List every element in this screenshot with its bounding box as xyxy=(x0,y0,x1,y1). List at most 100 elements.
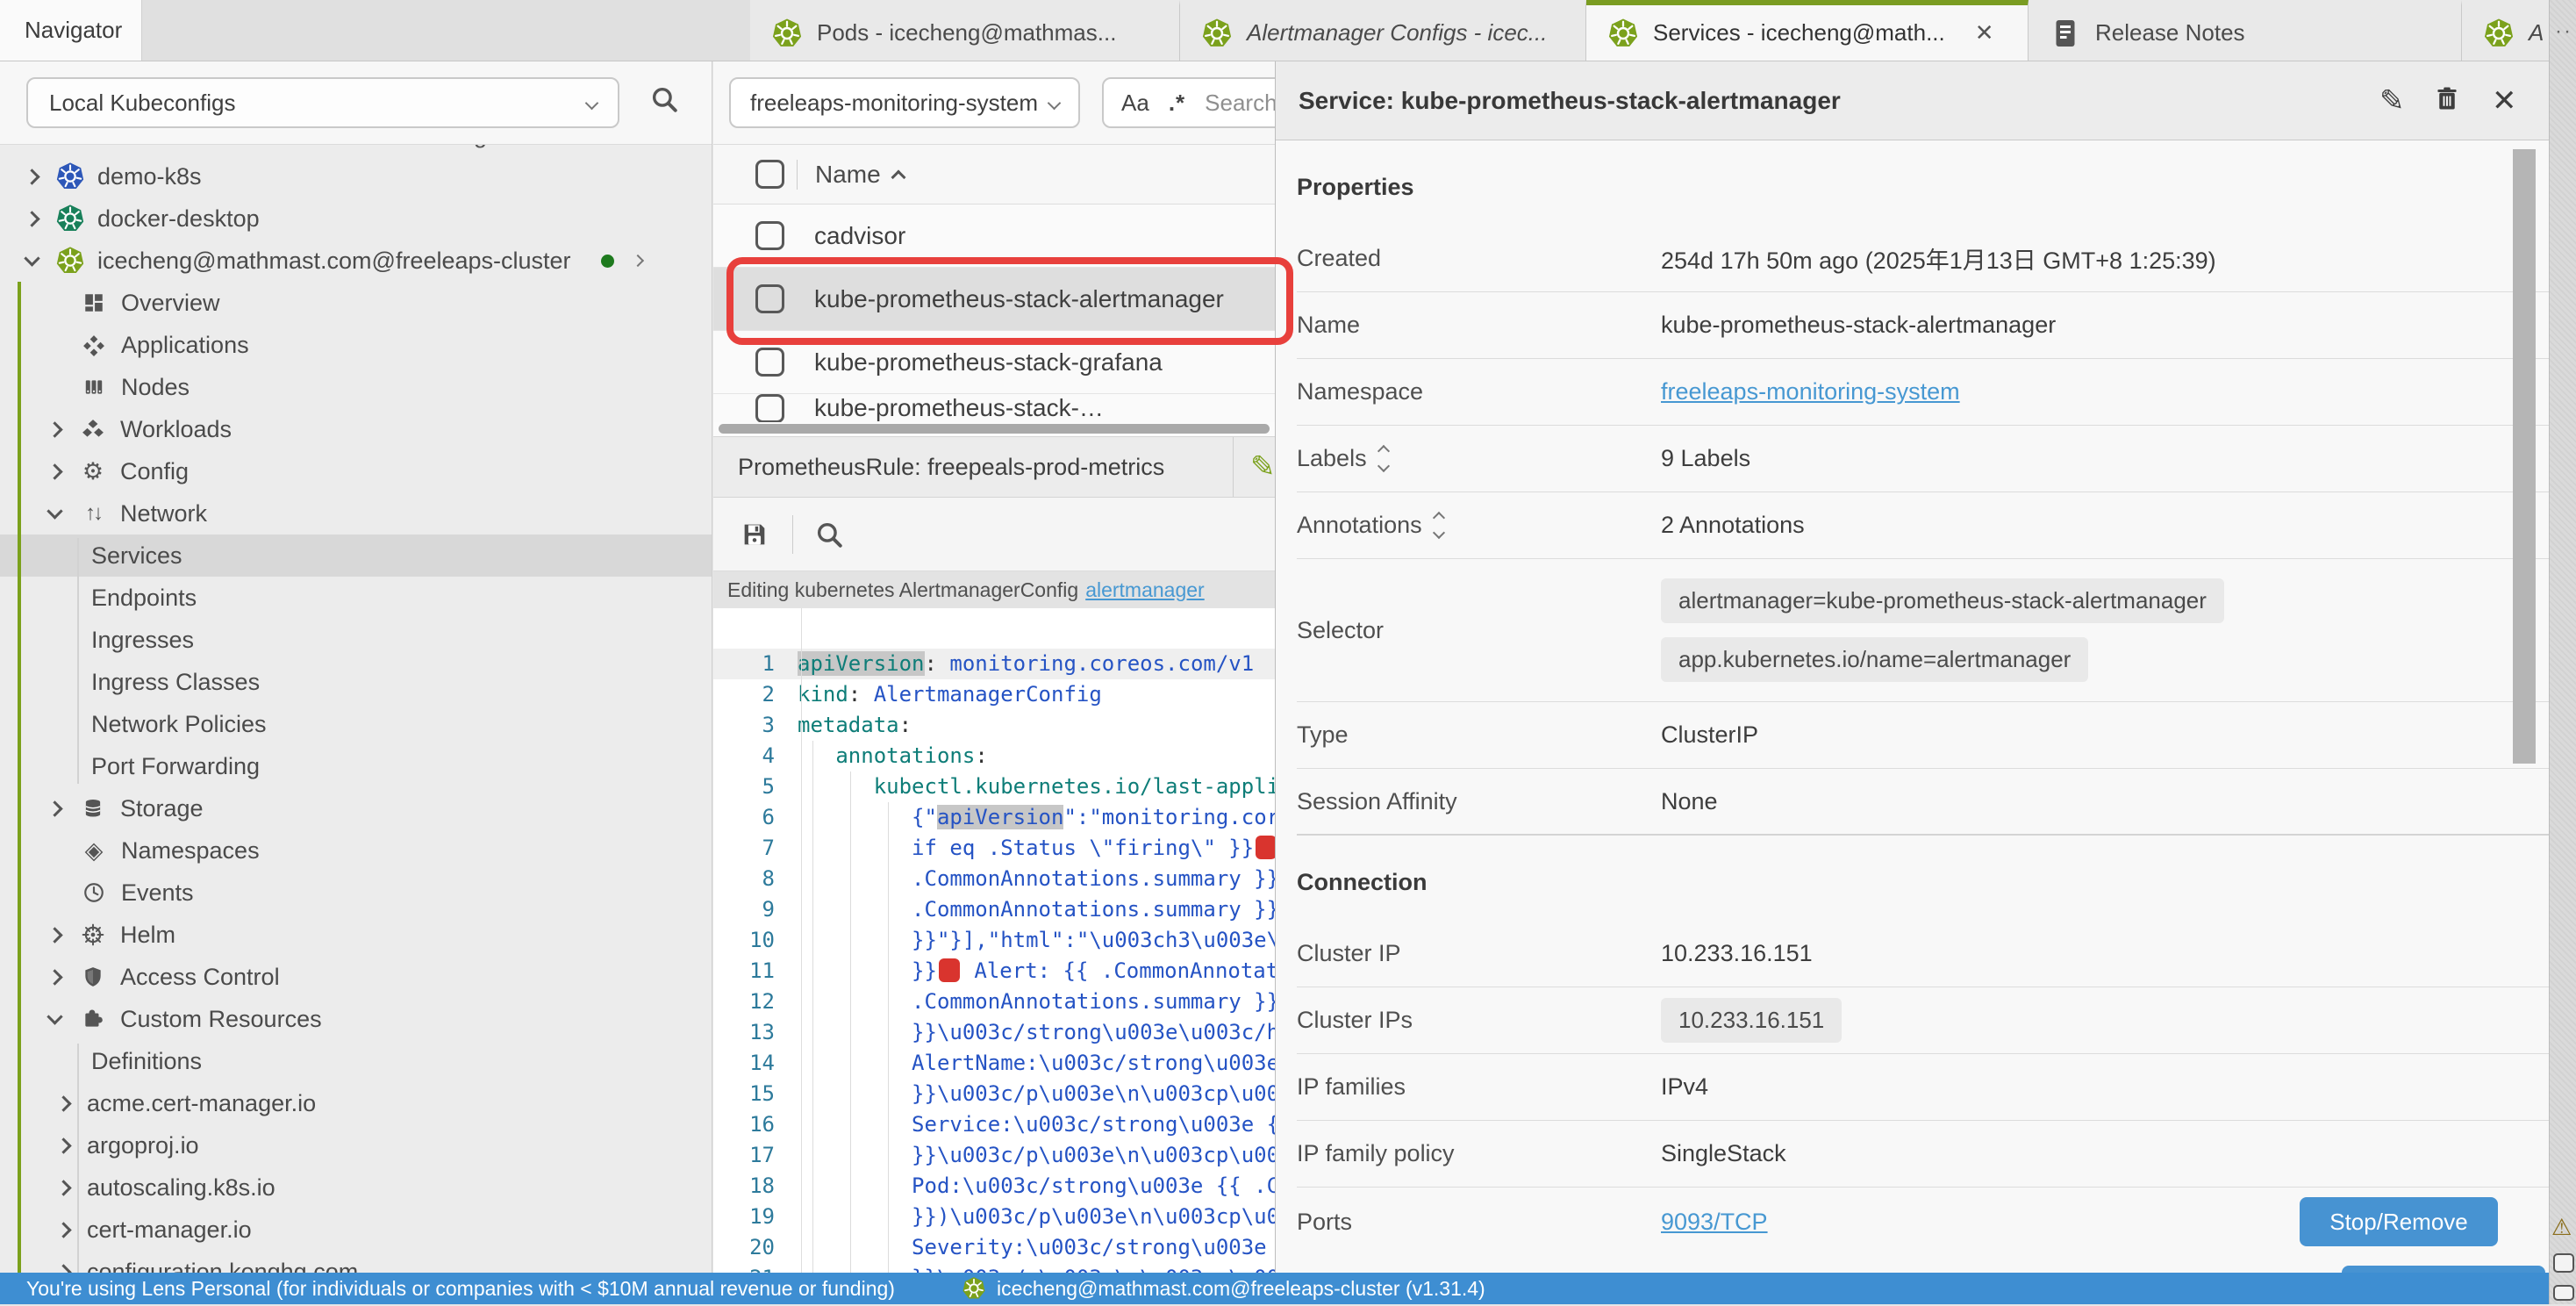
row-checkbox[interactable] xyxy=(755,394,784,422)
notification-icon[interactable] xyxy=(2553,1285,2574,1301)
chevron-right-icon[interactable] xyxy=(47,927,62,943)
namespace-select[interactable]: freeleaps-monitoring-system xyxy=(729,77,1080,128)
forward-button[interactable]: Forward... xyxy=(2342,1266,2545,1273)
namespace-link[interactable]: freeleaps-monitoring-system xyxy=(1661,378,1960,405)
regex-toggle-icon[interactable]: .* xyxy=(1169,90,1185,117)
sidebar-item-demo-k8s[interactable]: demo-k8s xyxy=(0,155,712,197)
close-icon[interactable]: ✕ xyxy=(2492,83,2517,118)
right-edge-strip: ·· ⚠ xyxy=(2549,0,2576,1304)
sidebar-item-namespaces[interactable]: ◈Namespaces xyxy=(0,829,712,872)
row-checkbox[interactable] xyxy=(755,284,784,313)
table-row-kube-prometheus-stack-grafana[interactable]: kube-prometheus-stack-grafana xyxy=(713,331,1275,394)
chevron-right-icon[interactable] xyxy=(24,169,39,184)
document-icon xyxy=(2050,18,2081,49)
sidebar-item-events[interactable]: Events xyxy=(0,872,712,914)
sidebar-item-config[interactable]: ⚙Config xyxy=(0,450,712,492)
table-row-cadvisor[interactable]: cadvisor xyxy=(713,205,1275,268)
editor-line-10: 10 }}"}],"html":"\u003ch3\u003e\u003cstr… xyxy=(713,925,1275,956)
sidebar-item-configuration-konghq-com[interactable]: configuration.konghq.com xyxy=(0,1251,712,1273)
chevron-right-icon[interactable] xyxy=(55,1137,71,1153)
chevron-right-icon[interactable] xyxy=(47,800,62,816)
search-icon[interactable] xyxy=(649,84,679,118)
sidebar-item-endpoints[interactable]: Endpoints xyxy=(0,577,712,619)
active-cluster-status[interactable]: icecheng@mathmast.com@freeleaps-cluster … xyxy=(962,1276,1485,1301)
tab-services-icecheng-math[interactable]: Services - icecheng@math...✕ xyxy=(1586,0,2029,61)
chevron-right-icon[interactable] xyxy=(55,1180,71,1195)
row-checkbox[interactable] xyxy=(755,221,784,250)
sidebar-item-label: Events xyxy=(121,879,194,907)
close-tab-icon[interactable]: ✕ xyxy=(1975,19,1994,47)
chevron-right-icon[interactable] xyxy=(24,211,39,226)
sidebar-item-label: cert-manager.io xyxy=(87,1216,252,1244)
edit-pencil-icon[interactable]: ✎ xyxy=(1250,449,1275,484)
table-header: Name xyxy=(713,145,1275,205)
delete-trash-icon[interactable] xyxy=(2434,85,2460,116)
yaml-editor[interactable]: 1apiVersion: monitoring.coreos.com/v12ki… xyxy=(713,608,1275,1273)
services-table: cadvisor kube-prometheus-stack-alertmana… xyxy=(713,205,1275,422)
match-case-toggle[interactable]: Aa xyxy=(1121,90,1149,117)
sidebar-item-network[interactable]: ↑↓Network xyxy=(0,492,712,535)
sidebar-item-ingresses[interactable]: Ingresses xyxy=(0,619,712,661)
notification-icon[interactable] xyxy=(2553,1253,2574,1273)
table-row-kube-prometheus-stack-[interactable]: kube-prometheus-stack-… xyxy=(713,394,1275,422)
row-selector: Selector alertmanager=kube-prometheus-st… xyxy=(1297,559,2549,702)
edit-pencil-icon[interactable]: ✎ xyxy=(2379,83,2405,118)
kubeconfig-select[interactable]: Local Kubeconfigs xyxy=(26,77,619,128)
stop-remove-button[interactable]: Stop/Remove xyxy=(2300,1197,2498,1246)
sidebar-item-label: Applications xyxy=(121,332,249,359)
chevron-down-icon[interactable] xyxy=(47,503,62,519)
chevron-down-icon[interactable] xyxy=(47,1008,62,1024)
sidebar-item-icecheng-mathmast-com-freeleaps-cluster[interactable]: icecheng@mathmast.com@freeleaps-cluster xyxy=(0,240,712,282)
chevron-right-icon[interactable] xyxy=(55,1222,71,1238)
sidebar-item-argoproj-io[interactable]: argoproj.io xyxy=(0,1124,712,1166)
sidebar-item-applications[interactable]: Applications xyxy=(0,324,712,366)
sidebar-item-network-policies[interactable]: Network Policies xyxy=(0,703,712,745)
sidebar-item-access-control[interactable]: Access Control xyxy=(0,956,712,998)
save-icon[interactable] xyxy=(740,520,769,549)
editor-line-15: 15 }}\u003c/p\u003e\n\u003cp\u003e\u003c xyxy=(713,1079,1275,1109)
scrollbar-thumb[interactable] xyxy=(719,424,1270,434)
chevron-right-icon[interactable] xyxy=(55,1264,71,1273)
editor-line-14: 14 AlertName:\u003c/strong\u003e {{ xyxy=(713,1048,1275,1079)
sidebar-item-overview[interactable]: Overview xyxy=(0,282,712,324)
chevron-right-icon[interactable] xyxy=(55,1095,71,1111)
chevron-right-icon[interactable] xyxy=(631,255,643,267)
editor-line-19: 19 }})\u003c/p\u003e\n\u003cp\u003e xyxy=(713,1202,1275,1232)
sidebar-item-nodes[interactable]: Nodes xyxy=(0,366,712,408)
editor-search-icon[interactable] xyxy=(814,520,844,549)
sidebar-item-helm[interactable]: Helm xyxy=(0,914,712,956)
drawer-scrollbar[interactable] xyxy=(2513,149,2536,764)
table-search-input[interactable]: Aa .* Search xyxy=(1102,77,1275,128)
chevron-right-icon[interactable] xyxy=(47,421,62,437)
table-row-kube-prometheus-stack-alertmanager[interactable]: kube-prometheus-stack-alertmanager xyxy=(713,268,1275,331)
sidebar-item-workloads[interactable]: Workloads xyxy=(0,408,712,450)
tab-pods-icecheng-mathmas[interactable]: Pods - icecheng@mathmas... xyxy=(750,0,1180,61)
sidebar-item-storage[interactable]: Storage xyxy=(0,787,712,829)
sidebar-item-port-forwarding[interactable]: Port Forwarding xyxy=(0,745,712,787)
tab-alertmanager-configs-icec[interactable]: Alertmanager Configs - icec... xyxy=(1180,0,1586,61)
horizontal-scrollbar[interactable] xyxy=(713,422,1275,436)
expand-toggle-icon[interactable] xyxy=(1435,513,1443,537)
row-checkbox[interactable] xyxy=(755,348,784,377)
tab-release-notes[interactable]: Release Notes xyxy=(2029,0,2462,61)
navigator-tab[interactable]: Navigator xyxy=(0,0,142,61)
chevron-down-icon[interactable] xyxy=(24,250,39,266)
name-column-header[interactable]: Name xyxy=(815,161,904,189)
sidebar-item-custom-resources[interactable]: Custom Resources xyxy=(0,998,712,1040)
port-9093-link[interactable]: 9093/TCP xyxy=(1661,1209,1768,1236)
line-number: 3 xyxy=(713,710,798,741)
sidebar-item-docker-desktop[interactable]: docker-desktop xyxy=(0,197,712,240)
select-all-checkbox[interactable] xyxy=(755,160,784,189)
editing-resource-link[interactable]: alertmanager xyxy=(1085,578,1205,602)
sidebar-item-acme-cert-manager-io[interactable]: acme.cert-manager.io xyxy=(0,1082,712,1124)
chevron-right-icon[interactable] xyxy=(47,463,62,479)
sidebar-item-ingress-classes[interactable]: Ingress Classes xyxy=(0,661,712,703)
chevron-right-icon[interactable] xyxy=(47,969,62,985)
expand-toggle-icon[interactable] xyxy=(1379,447,1388,470)
sidebar-item-services[interactable]: Services xyxy=(0,535,712,577)
sidebar-item-definitions[interactable]: Definitions xyxy=(0,1040,712,1082)
services-panel: freeleaps-monitoring-system Aa .* Search… xyxy=(713,61,1275,1273)
sidebar-item-cert-manager-io[interactable]: cert-manager.io xyxy=(0,1209,712,1251)
warning-triangle-icon[interactable]: ⚠ xyxy=(2551,1214,2572,1241)
sidebar-item-autoscaling-k8s-io[interactable]: autoscaling.k8s.io xyxy=(0,1166,712,1209)
